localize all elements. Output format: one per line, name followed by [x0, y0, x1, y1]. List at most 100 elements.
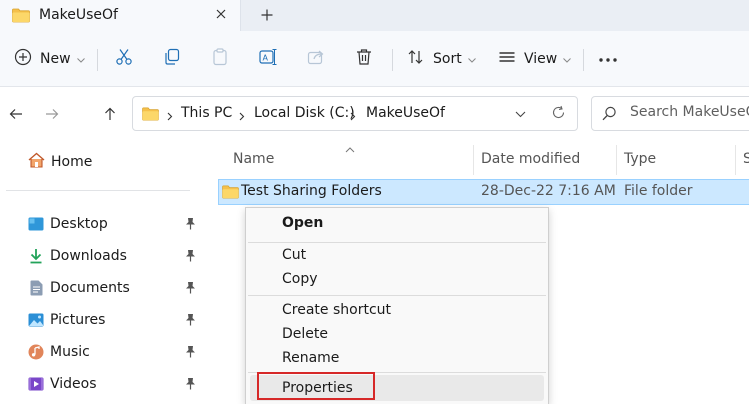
chevron-down-icon — [76, 52, 85, 67]
paste-button[interactable] — [211, 43, 229, 75]
sidebar-item-label: Pictures — [50, 312, 106, 328]
view-button[interactable]: View — [498, 43, 572, 75]
column-divider[interactable] — [735, 145, 736, 175]
chevron-down-icon — [563, 52, 572, 67]
svg-text:A: A — [263, 54, 269, 63]
new-button[interactable]: New — [14, 43, 85, 75]
breadcrumb-local-disk[interactable]: Local Disk (C:) — [254, 105, 355, 121]
cut-button[interactable] — [115, 43, 133, 75]
menu-separator — [248, 295, 546, 296]
sidebar-item-label: Music — [50, 344, 90, 360]
sidebar-item-label: Desktop — [50, 216, 108, 232]
sort-ascending-icon — [345, 142, 355, 157]
column-header-name[interactable]: Name — [233, 151, 274, 167]
more-icon — [598, 52, 618, 67]
share-button[interactable] — [307, 43, 325, 75]
pin-icon[interactable] — [185, 377, 196, 394]
column-header-type[interactable]: Type — [624, 151, 656, 167]
copy-icon — [163, 48, 181, 70]
clipboard-icon — [211, 48, 229, 70]
column-divider[interactable] — [616, 145, 617, 175]
file-date-modified: 28-Dec-22 7:16 AM — [481, 183, 616, 199]
chevron-right-icon — [350, 110, 356, 125]
highlight-box — [257, 372, 375, 400]
pin-icon[interactable] — [185, 249, 196, 266]
sidebar-item-label: Downloads — [50, 248, 127, 264]
sidebar-item-home[interactable]: Home — [28, 152, 92, 172]
chevron-down-icon — [467, 52, 476, 67]
search-box[interactable] — [591, 96, 749, 131]
tab-makeuseof[interactable]: MakeUseOf — [0, 0, 241, 31]
navigation-pane: Home Desktop Downloads Documents Picture… — [0, 141, 202, 404]
menu-item-cut[interactable]: Cut — [282, 247, 306, 263]
download-icon — [28, 248, 44, 264]
rename-icon: A — [259, 48, 277, 70]
chevron-right-icon — [167, 110, 173, 125]
breadcrumb-this-pc[interactable]: This PC — [181, 105, 232, 121]
tab-bar: MakeUseOf — [0, 0, 749, 31]
pin-icon[interactable] — [185, 217, 196, 234]
share-icon — [307, 48, 325, 70]
menu-item-delete[interactable]: Delete — [282, 326, 328, 342]
command-bar: New A Sort View — [0, 31, 749, 87]
sidebar-item-label: Home — [51, 154, 93, 170]
toolbar-divider — [97, 49, 98, 71]
sidebar-item-documents[interactable]: Documents — [28, 275, 198, 301]
toolbar-divider — [583, 49, 584, 71]
menu-item-rename[interactable]: Rename — [282, 350, 339, 366]
view-label: View — [524, 51, 558, 67]
menu-item-open[interactable]: Open — [282, 215, 323, 231]
pin-icon[interactable] — [185, 281, 196, 298]
delete-button[interactable] — [355, 43, 373, 75]
breadcrumb-makeuseof[interactable]: MakeUseOf — [366, 105, 445, 121]
search-icon — [602, 106, 617, 125]
sidebar-item-music[interactable]: Music — [28, 339, 198, 365]
rename-button[interactable]: A — [259, 43, 277, 75]
column-header-size[interactable]: S — [743, 151, 749, 167]
more-options-button[interactable] — [598, 43, 618, 75]
table-row[interactable]: Test Sharing Folders 28-Dec-22 7:16 AM F… — [218, 179, 749, 205]
sidebar-item-label: Videos — [50, 376, 97, 392]
back-button[interactable] — [5, 103, 27, 125]
sidebar-item-pictures[interactable]: Pictures — [28, 307, 198, 333]
folder-icon — [142, 107, 159, 125]
chevron-right-icon — [239, 110, 245, 125]
sort-button[interactable]: Sort — [407, 43, 476, 75]
trash-icon — [355, 48, 373, 70]
file-name: Test Sharing Folders — [241, 183, 382, 199]
home-icon — [28, 152, 45, 172]
search-input[interactable] — [630, 104, 749, 120]
up-button[interactable] — [99, 103, 121, 125]
sort-label: Sort — [433, 51, 462, 67]
list-view-icon — [498, 48, 516, 70]
sidebar-item-downloads[interactable]: Downloads — [28, 243, 198, 269]
folder-icon — [12, 8, 30, 27]
copy-button[interactable] — [163, 43, 181, 75]
menu-item-copy[interactable]: Copy — [282, 271, 318, 287]
menu-separator — [248, 242, 546, 243]
pin-icon[interactable] — [185, 313, 196, 330]
refresh-icon[interactable] — [551, 105, 566, 124]
forward-button[interactable] — [41, 103, 63, 125]
sidebar-item-videos[interactable]: Videos — [28, 371, 198, 397]
column-divider[interactable] — [473, 145, 474, 175]
new-label: New — [40, 51, 71, 67]
scissors-icon — [115, 48, 133, 70]
sidebar-item-desktop[interactable]: Desktop — [28, 211, 198, 237]
file-type: File folder — [624, 183, 693, 199]
column-header-date-modified[interactable]: Date modified — [481, 151, 580, 167]
chevron-down-icon[interactable] — [515, 107, 526, 122]
desktop-icon — [28, 216, 44, 232]
address-bar[interactable]: This PC Local Disk (C:) MakeUseOf — [132, 96, 578, 131]
document-icon — [28, 280, 44, 296]
music-icon — [28, 344, 44, 360]
close-icon[interactable] — [210, 3, 232, 25]
sidebar-divider — [6, 190, 190, 191]
sort-icon — [407, 48, 425, 70]
toolbar-divider — [392, 49, 393, 71]
plus-circle-icon — [14, 48, 32, 70]
menu-item-create-shortcut[interactable]: Create shortcut — [282, 302, 391, 318]
pin-icon[interactable] — [185, 345, 196, 362]
address-row: This PC Local Disk (C:) MakeUseOf — [0, 87, 749, 141]
new-tab-button[interactable] — [255, 3, 279, 27]
